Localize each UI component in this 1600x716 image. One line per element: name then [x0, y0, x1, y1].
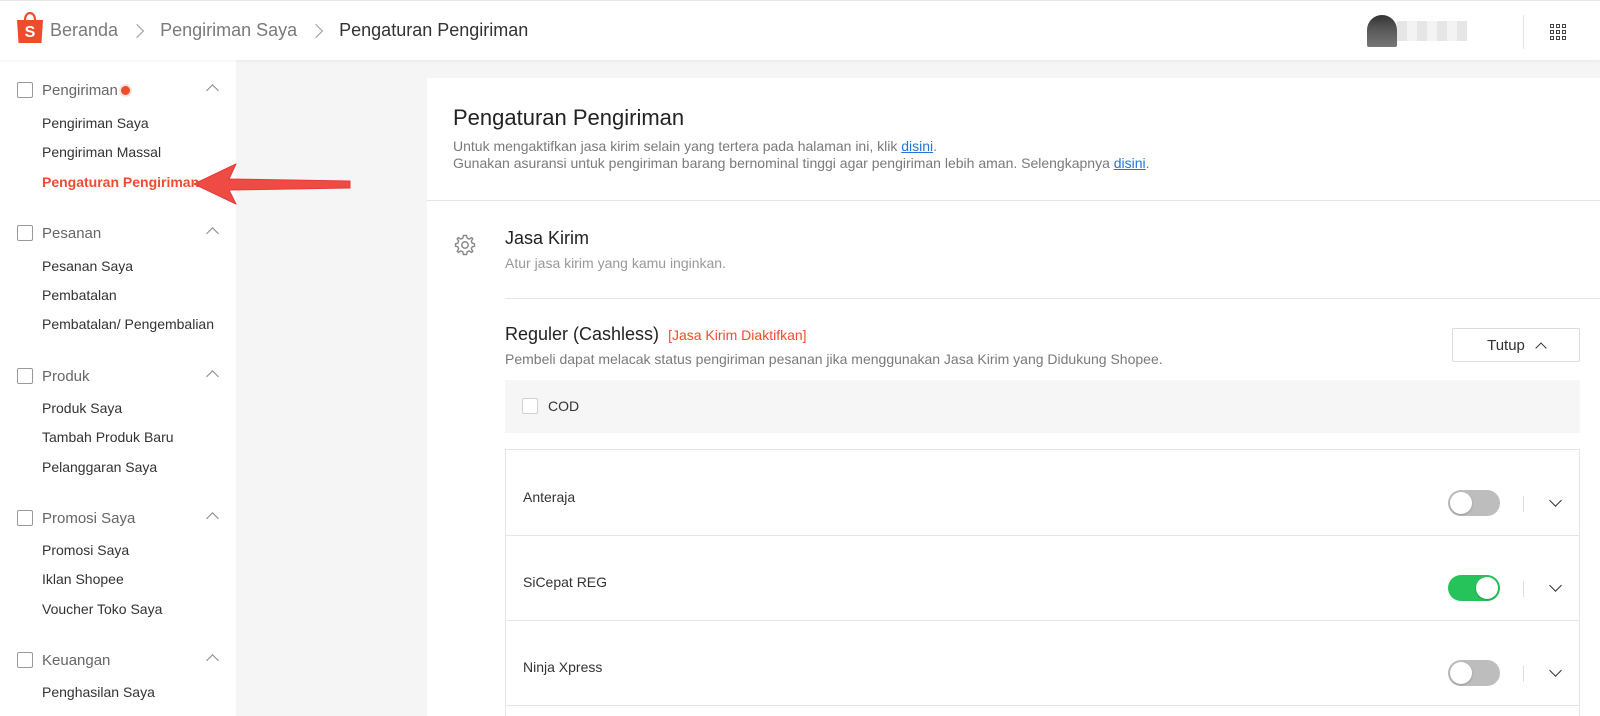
cod-checkbox[interactable] [522, 398, 538, 414]
chevron-down-icon[interactable] [1549, 494, 1562, 507]
wallet-icon [17, 652, 33, 668]
chevron-up-icon[interactable] [206, 370, 219, 383]
page-title: Pengaturan Pengiriman [453, 105, 685, 130]
cod-option-box: COD [505, 380, 1580, 433]
apps-grid-icon[interactable] [1550, 24, 1566, 40]
courier-name: Anteraja [523, 489, 576, 505]
annotation-arrow-icon [193, 163, 351, 205]
chevron-up-icon[interactable] [206, 512, 219, 525]
shopee-logo-icon[interactable]: S [16, 12, 44, 44]
divider [427, 200, 1600, 201]
info-line-1: Untuk mengaktifkan jasa kirim selain yan… [453, 138, 937, 154]
section-subtitle-jasa-kirim: Atur jasa kirim yang kamu inginkan. [505, 255, 726, 271]
sidebar-item-pesanan-saya[interactable]: Pesanan Saya [42, 258, 133, 274]
box-icon [17, 368, 33, 384]
disini-link-1[interactable]: disini [901, 138, 933, 154]
sidebar-item-pengiriman-massal[interactable]: Pengiriman Massal [42, 144, 161, 160]
sidebar: Pengiriman Pengiriman Saya Pengiriman Ma… [0, 60, 236, 716]
courier-list: Anteraja SiCepat REG Ninja Xpress [505, 449, 1580, 716]
section-title: Pengiriman [42, 81, 118, 99]
tutup-button[interactable]: Tutup [1452, 328, 1580, 362]
reguler-title: Reguler (Cashless) [505, 324, 660, 344]
section-title-jasa-kirim: Jasa Kirim [505, 228, 590, 248]
section-title: Promosi Saya [42, 509, 136, 527]
section-title: Produk [42, 367, 90, 385]
courier-row-anteraja: Anteraja [506, 450, 1579, 536]
sidebar-item-iklan-shopee[interactable]: Iklan Shopee [42, 571, 124, 587]
breadcrumb-beranda[interactable]: Beranda [50, 20, 118, 41]
chevron-down-icon[interactable] [1549, 579, 1562, 592]
sidebar-item-tambah-produk[interactable]: Tambah Produk Baru [42, 429, 174, 445]
info-line-2: Gunakan asuransi untuk pengiriman barang… [453, 155, 1150, 171]
info-text: . [1145, 155, 1150, 171]
courier-toggle-ninja[interactable] [1448, 660, 1500, 686]
section-title: Keuangan [42, 651, 111, 669]
reguler-heading: Reguler (Cashless) [Jasa Kirim Diaktifka… [505, 324, 807, 345]
avatar[interactable] [1367, 15, 1397, 47]
chevron-up-icon[interactable] [206, 84, 219, 97]
courier-row-ninja: Ninja Xpress [506, 620, 1579, 706]
section-title: Pesanan [42, 224, 102, 242]
sidebar-item-voucher[interactable]: Voucher Toko Saya [42, 601, 162, 617]
username-blurred[interactable] [1397, 21, 1467, 41]
chevron-up-icon[interactable] [206, 227, 219, 240]
notification-dot [120, 85, 130, 95]
sidebar-section-pengiriman[interactable]: Pengiriman [17, 80, 219, 100]
sidebar-item-promosi-saya[interactable]: Promosi Saya [42, 542, 129, 558]
chevron-right-icon [309, 23, 324, 38]
info-text: . [933, 138, 938, 154]
breadcrumb: Beranda Pengiriman Saya Pengaturan Pengi… [50, 20, 528, 41]
divider [505, 298, 1600, 299]
chevron-up-icon [1535, 341, 1547, 354]
chevron-right-icon [129, 23, 145, 38]
sidebar-section-promosi[interactable]: Promosi Saya [17, 508, 219, 528]
courier-name: SiCepat REG [523, 574, 608, 590]
sidebar-item-pengiriman-saya[interactable]: Pengiriman Saya [42, 115, 149, 131]
package-icon [17, 82, 33, 98]
separator [1523, 581, 1524, 597]
svg-text:S: S [25, 24, 36, 41]
reguler-subtitle: Pembeli dapat melacak status pengiriman … [505, 351, 1163, 367]
info-text: Untuk mengaktifkan jasa kirim selain yan… [453, 138, 902, 154]
main-card: Pengaturan Pengiriman Untuk mengaktifkan… [427, 78, 1600, 716]
gear-icon [454, 234, 476, 256]
sidebar-section-pesanan[interactable]: Pesanan [17, 223, 219, 243]
disini-link-2[interactable]: disini [1114, 155, 1146, 171]
sidebar-item-pelanggaran[interactable]: Pelanggaran Saya [42, 459, 157, 475]
sidebar-item-pembatalan[interactable]: Pembatalan [42, 287, 117, 303]
sidebar-item-pengaturan-pengiriman[interactable]: Pengaturan Pengiriman [42, 174, 199, 190]
tutup-label: Tutup [1487, 336, 1525, 354]
sidebar-section-keuangan[interactable]: Keuangan [17, 650, 219, 670]
info-text: Gunakan asuransi untuk pengiriman barang… [453, 155, 1114, 171]
cod-label[interactable]: COD [548, 398, 579, 414]
tag-icon [17, 510, 33, 526]
chevron-down-icon[interactable] [1549, 664, 1562, 677]
breadcrumb-current: Pengaturan Pengiriman [339, 20, 529, 40]
courier-toggle-sicepat[interactable] [1448, 575, 1500, 601]
chevron-up-icon[interactable] [206, 654, 219, 667]
top-header: S Beranda Pengiriman Saya Pengaturan Pen… [0, 0, 1600, 60]
separator [1523, 666, 1524, 682]
sidebar-item-produk-saya[interactable]: Produk Saya [42, 400, 122, 416]
sidebar-item-penghasilan[interactable]: Penghasilan Saya [42, 684, 155, 700]
breadcrumb-pengiriman-saya[interactable]: Pengiriman Saya [160, 20, 297, 41]
header-divider [1523, 15, 1524, 49]
sidebar-item-pengembalian[interactable]: Pembatalan/ Pengembalian [42, 316, 214, 332]
sidebar-section-produk[interactable]: Produk [17, 366, 219, 386]
courier-toggle-anteraja[interactable] [1448, 490, 1500, 516]
courier-name: Ninja Xpress [523, 659, 603, 675]
status-badge: [Jasa Kirim Diaktifkan] [668, 327, 807, 343]
separator [1523, 496, 1524, 512]
clipboard-icon [17, 225, 33, 241]
courier-row-sicepat: SiCepat REG [506, 535, 1579, 621]
